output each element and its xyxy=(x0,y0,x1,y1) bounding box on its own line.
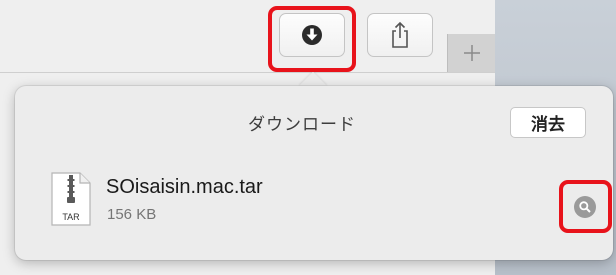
downloads-title: ダウンロード xyxy=(248,115,356,134)
download-file-name: SOisaisin.mac.tar xyxy=(106,176,263,198)
new-tab-button[interactable]: + xyxy=(455,34,489,72)
plus-icon xyxy=(464,45,480,61)
download-button-highlight xyxy=(268,6,356,72)
download-file-size: 156 KB xyxy=(107,206,157,223)
reveal-button-highlight xyxy=(559,180,612,233)
clear-downloads-button[interactable]: 消去 xyxy=(510,107,586,138)
share-button[interactable] xyxy=(367,13,433,57)
file-type-label: TAR xyxy=(62,212,80,222)
share-icon xyxy=(392,21,408,48)
toolbar-divider xyxy=(0,72,495,73)
tar-archive-icon: TAR xyxy=(51,172,91,226)
